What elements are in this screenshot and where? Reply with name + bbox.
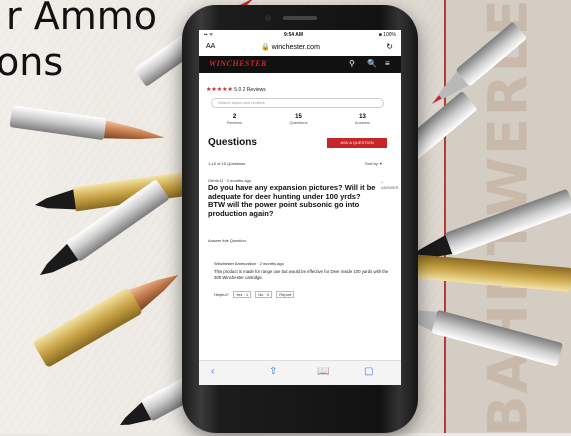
helpful-label: Helpful?: [214, 292, 229, 297]
text-size-button[interactable]: AA: [206, 43, 215, 50]
rating-score: 5.0: [234, 87, 242, 93]
address-bar[interactable]: AA 🔒 winchester.com ↻: [199, 41, 401, 55]
answer-text: This product is made for range use but w…: [214, 269, 389, 280]
stat-label: Reviews: [226, 120, 243, 125]
question-text: Do you have any expansion pictures? Will…: [208, 183, 376, 218]
bullet-bottom-left: [33, 275, 179, 367]
back-icon[interactable]: ‹: [211, 366, 214, 377]
site-nav: WINCHESTER ⚲ 🔍 ≡: [199, 56, 401, 73]
helpful-no-button[interactable]: No · 0: [255, 291, 273, 298]
location-pin-icon[interactable]: ⚲: [349, 59, 355, 68]
bullet-copper-left: [9, 105, 165, 140]
topics-search-input[interactable]: Search topics and reviews: [211, 98, 384, 108]
signal-wifi-icon: ▪︎▪︎ ᯤ: [204, 32, 214, 38]
stat-label: Questions: [289, 120, 308, 125]
stat-reviews[interactable]: 2 Reviews: [207, 114, 262, 125]
sort-dropdown[interactable]: Sort by: ▾: [365, 161, 382, 166]
rating-reviews[interactable]: 2 Reviews: [243, 87, 266, 93]
stat-answers[interactable]: 13 Answers: [335, 114, 390, 125]
share-icon[interactable]: ⇧: [269, 366, 277, 377]
helpful-yes-button[interactable]: Yes · 1: [232, 291, 252, 298]
answer-author: Winchester Ammunition · 2 months ago: [214, 261, 284, 266]
menu-icon[interactable]: ≡: [385, 59, 390, 68]
status-bar: ▪︎▪︎ ᯤ 9:54 AM ■ 100%: [199, 30, 401, 40]
report-button[interactable]: Report: [276, 291, 295, 298]
reload-icon[interactable]: ↻: [386, 42, 393, 51]
phone-camera: [265, 15, 271, 21]
bullet-right-brass: [400, 253, 571, 292]
ask-question-button[interactable]: ASK A QUESTION: [327, 138, 387, 148]
stat-questions[interactable]: 15 Questions: [271, 114, 326, 125]
bullet-top-right: [431, 22, 526, 104]
vote-button[interactable]: ^ ANSWER: [381, 180, 401, 190]
stat-label: Answers: [354, 120, 371, 125]
url-field[interactable]: 🔒 winchester.com: [261, 43, 320, 51]
bookmarks-icon[interactable]: 📖: [317, 366, 329, 377]
bullet-right-lower: [400, 310, 563, 366]
battery-status: ■ 100%: [378, 32, 396, 38]
status-time: 9:54 AM: [284, 32, 303, 38]
questions-heading: Questions: [208, 137, 257, 148]
browser-toolbar: ‹ ⇧ 📖 ▢: [199, 360, 401, 385]
phone-screen: ▪︎▪︎ ᯤ 9:54 AM ■ 100% AA 🔒 winchester.co…: [199, 30, 401, 385]
winchester-logo[interactable]: WINCHESTER: [209, 59, 267, 68]
phone-speaker: [283, 16, 317, 20]
rating-summary: ★★★★★ 5.0 2 Reviews: [206, 86, 266, 93]
rating-stars: ★★★★★: [206, 87, 233, 93]
helpful-controls: Helpful? Yes · 1 No · 0 Report: [214, 291, 295, 298]
tabs-icon[interactable]: ▢: [364, 366, 373, 377]
answer-question-link[interactable]: Answer this Question: [208, 238, 246, 243]
search-icon[interactable]: 🔍: [367, 59, 377, 68]
questions-count: 1-10 of 15 Questions: [208, 161, 246, 166]
